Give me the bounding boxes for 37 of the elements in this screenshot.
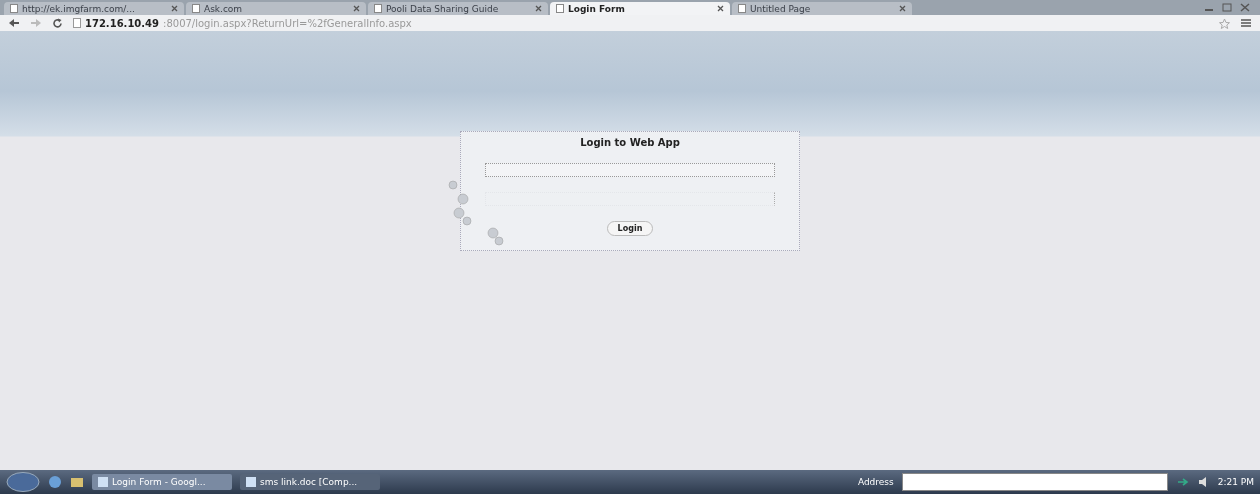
browser-tab[interactable]: Ask.com	[186, 2, 366, 15]
browser-tab[interactable]: Untitled Page	[732, 2, 912, 15]
close-icon[interactable]	[1240, 3, 1250, 12]
close-icon[interactable]	[353, 5, 360, 12]
username-field[interactable]	[485, 163, 775, 177]
close-icon[interactable]	[899, 5, 906, 12]
page-icon	[374, 4, 382, 13]
browser-tab[interactable]: Login Form	[550, 2, 730, 15]
folder-icon[interactable]	[70, 476, 84, 488]
login-button[interactable]: Login	[606, 221, 654, 236]
password-field[interactable]	[485, 192, 775, 206]
menu-icon[interactable]	[1240, 18, 1252, 28]
page-icon	[738, 4, 746, 13]
star-icon[interactable]	[1219, 17, 1230, 29]
page-icon	[556, 4, 564, 13]
window-icon	[246, 477, 256, 487]
reload-icon[interactable]	[52, 17, 63, 29]
browser-tab[interactable]: Pooli Data Sharing Guide	[368, 2, 548, 15]
page-icon	[73, 18, 81, 28]
page-icon	[10, 4, 18, 13]
maximize-icon[interactable]	[1222, 3, 1232, 12]
dialog-title: Login to Web App	[580, 137, 680, 148]
page-icon	[192, 4, 200, 13]
go-icon[interactable]	[1175, 476, 1190, 488]
close-icon[interactable]	[717, 5, 724, 12]
taskbar-item[interactable]: Login Form - Googl...	[92, 474, 232, 490]
browser-icon[interactable]	[48, 475, 62, 489]
close-icon[interactable]	[171, 5, 178, 12]
address-label: Address	[857, 477, 894, 487]
start-icon[interactable]	[6, 472, 40, 492]
back-icon[interactable]	[8, 18, 20, 28]
window-icon	[98, 477, 108, 487]
clock-time: 2:21 PM	[1217, 477, 1254, 487]
address-field[interactable]	[901, 473, 1168, 491]
close-icon[interactable]	[535, 5, 542, 12]
taskbar-item[interactable]: sms link.doc [Comp...	[240, 474, 380, 490]
browser-tab[interactable]: http://ek.imgfarm.com/...	[4, 2, 184, 15]
